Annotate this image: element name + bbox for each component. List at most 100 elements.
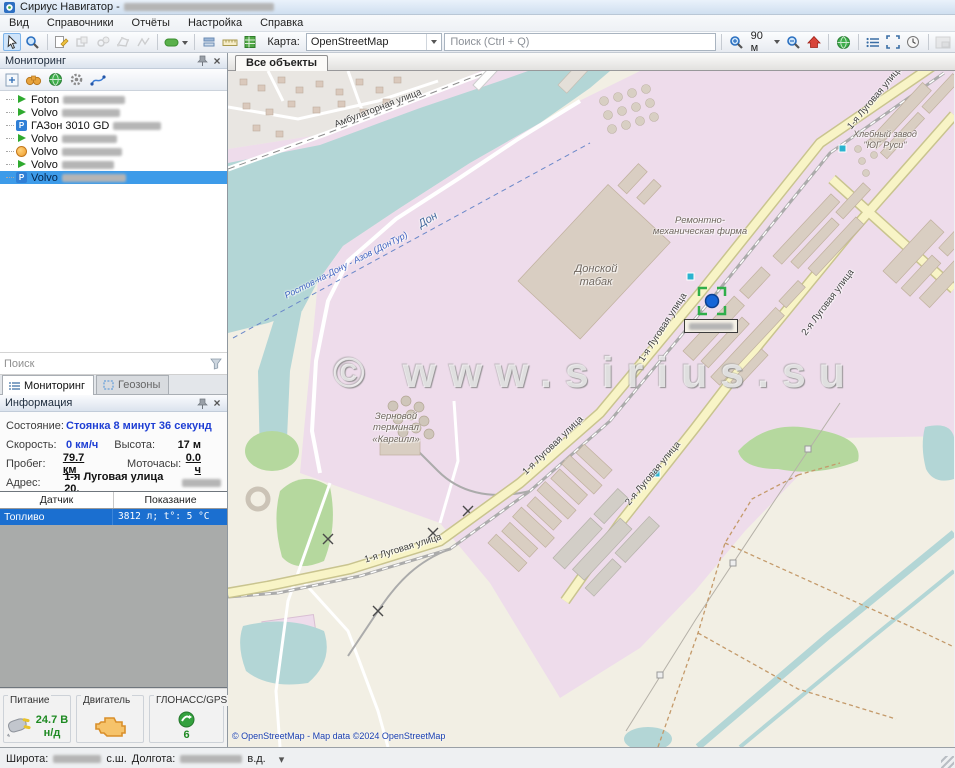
engine-title: Двигатель xyxy=(81,695,132,706)
vehicle-row[interactable]: Volvo xyxy=(0,145,227,158)
menu-directories[interactable]: Справочники xyxy=(38,16,123,30)
gear-icon[interactable] xyxy=(69,72,84,87)
col-value[interactable]: Показание xyxy=(114,492,227,508)
track-color-button[interactable] xyxy=(163,33,189,51)
longitude-suffix: в.д. xyxy=(247,753,265,765)
zoom-in-icon xyxy=(729,35,744,50)
vehicle-name: Volvo xyxy=(31,146,58,158)
minimap-button[interactable] xyxy=(934,33,952,51)
hours-value[interactable]: 0.0 ч xyxy=(186,452,221,476)
sensor-value: 3812 л; t°: 5 °С xyxy=(113,509,227,525)
ruler-icon xyxy=(222,35,238,49)
group-tool-button[interactable] xyxy=(73,33,91,51)
binoculars-icon[interactable] xyxy=(25,73,42,87)
menu-view[interactable]: Вид xyxy=(0,16,38,30)
home-view-button[interactable] xyxy=(805,33,823,51)
tree-search-input[interactable] xyxy=(4,358,209,370)
status-moving-icon xyxy=(16,159,27,170)
col-sensor[interactable]: Датчик xyxy=(0,492,114,508)
ungroup-icon xyxy=(96,35,110,49)
sensor-row-selected[interactable]: Топливо 3812 л; t°: 5 °С xyxy=(0,509,227,525)
menu-help[interactable]: Справка xyxy=(251,16,312,30)
statusbar-dropdown[interactable]: ▾ xyxy=(279,753,285,766)
edit-object-button[interactable] xyxy=(53,33,71,51)
map-canvas[interactable]: Амбулаторная улица Дон Ростов-на-Дону - … xyxy=(228,71,954,747)
vehicle-name: Volvo xyxy=(31,172,58,184)
vehicle-row[interactable]: P ГАЗон 3010 GD xyxy=(0,119,227,132)
ungroup-tool-button[interactable] xyxy=(93,33,111,51)
longitude-redacted xyxy=(180,755,242,763)
list-icon xyxy=(9,381,20,391)
vehicle-name: Foton xyxy=(31,94,59,106)
route-icon[interactable] xyxy=(90,73,106,87)
state-value: Стоянка 8 минут 36 секунд xyxy=(66,420,212,432)
window-title-redacted xyxy=(124,3,274,11)
latitude-suffix: с.ш. xyxy=(106,753,126,765)
menu-reports[interactable]: Отчёты xyxy=(123,16,179,30)
map-tab-all-objects[interactable]: Все объекты xyxy=(235,55,328,71)
sidebar: Мониторинг × Foton Volvo P ГАЗон 3 xyxy=(0,53,228,747)
map-provider-value: OpenStreetMap xyxy=(307,36,427,48)
vehicle-row-selected[interactable]: P Volvo xyxy=(0,171,227,184)
status-parked-icon: P xyxy=(16,172,27,183)
latitude-label: Широта: xyxy=(6,753,48,765)
gps-satellites: 6 xyxy=(183,729,189,741)
vehicle-row[interactable]: Volvo xyxy=(0,132,227,145)
status-moving-icon xyxy=(16,133,27,144)
ruler-button[interactable] xyxy=(221,33,239,51)
pointer-tool-button[interactable] xyxy=(3,33,21,51)
zoom-in-button[interactable] xyxy=(727,33,745,51)
pin-icon[interactable] xyxy=(196,54,210,67)
map-svg xyxy=(228,71,954,747)
vehicle-name: Volvo xyxy=(31,133,58,145)
window-title: Сириус Навигатор - xyxy=(20,1,120,13)
track-color-icon xyxy=(164,36,188,49)
vehicle-row[interactable]: Volvo xyxy=(0,106,227,119)
polygon-tool-button[interactable] xyxy=(114,33,132,51)
close-icon[interactable]: × xyxy=(210,397,224,409)
vehicle-plate-label xyxy=(684,319,738,333)
object-list-button[interactable] xyxy=(864,33,882,51)
redacted-text xyxy=(62,174,126,182)
tab-monitoring[interactable]: Мониторинг xyxy=(2,375,94,395)
filter-icon[interactable] xyxy=(209,357,223,370)
globe-icon[interactable] xyxy=(48,72,63,87)
layers-button[interactable] xyxy=(200,33,218,51)
latitude-redacted xyxy=(53,755,101,763)
gps-title: ГЛОНАСС/GPS xyxy=(154,695,229,706)
vehicle-row[interactable]: Volvo xyxy=(0,158,227,171)
zoom-tool-button[interactable] xyxy=(23,33,41,51)
toolbar-separator xyxy=(858,34,859,50)
map-provider-combobox[interactable]: OpenStreetMap xyxy=(306,33,443,51)
redacted-text xyxy=(62,109,120,117)
cursor-icon xyxy=(5,35,19,49)
edit-page-icon xyxy=(54,35,69,50)
menu-settings[interactable]: Настройка xyxy=(179,16,251,30)
power-gauge: Питание 24.7 В н/д xyxy=(3,695,71,743)
map-select-label: Карта: xyxy=(267,36,300,48)
pin-icon[interactable] xyxy=(196,397,210,410)
info-panel-title: Информация xyxy=(5,397,196,409)
search-input[interactable] xyxy=(444,33,716,51)
expand-all-button[interactable] xyxy=(5,73,19,87)
zoom-out-button[interactable] xyxy=(785,33,803,51)
fit-selection-button[interactable] xyxy=(884,33,902,51)
polyline-tool-button[interactable] xyxy=(134,33,152,51)
globe-icon xyxy=(836,35,851,50)
tab-geozones[interactable]: Геозоны xyxy=(96,375,169,394)
redacted-text xyxy=(62,148,122,156)
redacted-text xyxy=(113,122,161,130)
resize-grip[interactable] xyxy=(941,756,954,768)
toolbar-separator xyxy=(47,34,48,50)
monitoring-panel-header: Мониторинг × xyxy=(0,53,227,69)
time-button[interactable] xyxy=(904,33,922,51)
show-all-objects-button[interactable] xyxy=(834,33,852,51)
sensor-name: Топливо xyxy=(0,509,113,525)
tree-toolbar xyxy=(0,69,227,91)
map-tab-strip: Все объекты xyxy=(228,53,955,71)
combo-arrow[interactable] xyxy=(426,34,441,50)
export-button[interactable] xyxy=(241,33,259,51)
vehicle-row[interactable]: Foton xyxy=(0,93,227,106)
close-icon[interactable]: × xyxy=(210,55,224,67)
zoom-level-dropdown[interactable]: 90 м xyxy=(748,30,783,54)
